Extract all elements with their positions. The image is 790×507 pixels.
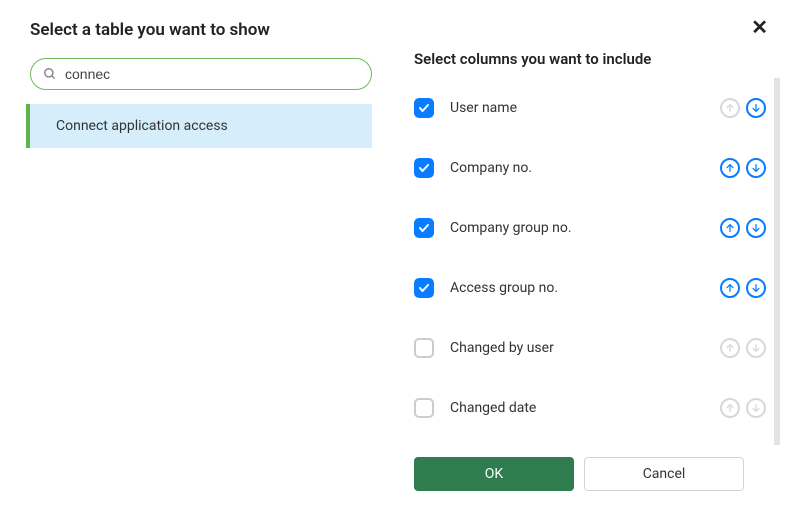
- close-button[interactable]: ✕: [751, 18, 768, 38]
- column-row: Company group no.: [414, 198, 766, 258]
- column-reorder: [720, 278, 766, 298]
- right-title: Select columns you want to include: [414, 50, 780, 68]
- dialog: Select a table you want to show Connect …: [0, 0, 790, 507]
- footer: OK Cancel: [414, 453, 780, 507]
- cancel-button[interactable]: Cancel: [584, 457, 744, 491]
- column-reorder: [720, 98, 766, 118]
- column-checkbox[interactable]: [414, 218, 434, 238]
- move-down-button[interactable]: [746, 98, 766, 118]
- close-icon: ✕: [751, 17, 768, 39]
- move-down-button: [746, 398, 766, 418]
- column-checkbox[interactable]: [414, 158, 434, 178]
- table-list: Connect application access: [30, 104, 372, 148]
- column-checkbox[interactable]: [414, 398, 434, 418]
- move-up-button: [720, 398, 740, 418]
- left-title: Select a table you want to show: [30, 20, 372, 40]
- move-down-button[interactable]: [746, 218, 766, 238]
- column-label: Changed date: [450, 400, 720, 416]
- right-panel: ✕ Select columns you want to include Use…: [390, 20, 790, 507]
- move-down-button[interactable]: [746, 278, 766, 298]
- column-row: User name: [414, 78, 766, 138]
- search-icon: [43, 67, 57, 81]
- column-label: Company group no.: [450, 220, 720, 236]
- move-up-button[interactable]: [720, 158, 740, 178]
- move-up-button: [720, 98, 740, 118]
- move-up-button: [720, 338, 740, 358]
- move-up-button[interactable]: [720, 278, 740, 298]
- column-label: User name: [450, 100, 720, 116]
- column-row: Access group no.: [414, 258, 766, 318]
- column-label: Changed by user: [450, 340, 720, 356]
- column-checkbox[interactable]: [414, 278, 434, 298]
- column-row: Changed date: [414, 378, 766, 438]
- table-list-item-label: Connect application access: [56, 118, 228, 134]
- column-checkbox[interactable]: [414, 98, 434, 118]
- column-reorder: [720, 398, 766, 418]
- column-label: Company no.: [450, 160, 720, 176]
- ok-button[interactable]: OK: [414, 457, 574, 491]
- column-row: Changed by user: [414, 318, 766, 378]
- column-label: Access group no.: [450, 280, 720, 296]
- column-reorder: [720, 338, 766, 358]
- column-checkbox[interactable]: [414, 338, 434, 358]
- column-reorder: [720, 218, 766, 238]
- move-down-button: [746, 338, 766, 358]
- columns-list: User name Company no. Company group no. Acc…: [414, 78, 780, 445]
- search-input[interactable]: [65, 66, 359, 82]
- column-reorder: [720, 158, 766, 178]
- search-field[interactable]: [30, 58, 372, 90]
- left-panel: Select a table you want to show Connect …: [0, 20, 390, 507]
- table-list-item[interactable]: Connect application access: [26, 104, 372, 148]
- move-up-button[interactable]: [720, 218, 740, 238]
- column-row: Company no.: [414, 138, 766, 198]
- move-down-button[interactable]: [746, 158, 766, 178]
